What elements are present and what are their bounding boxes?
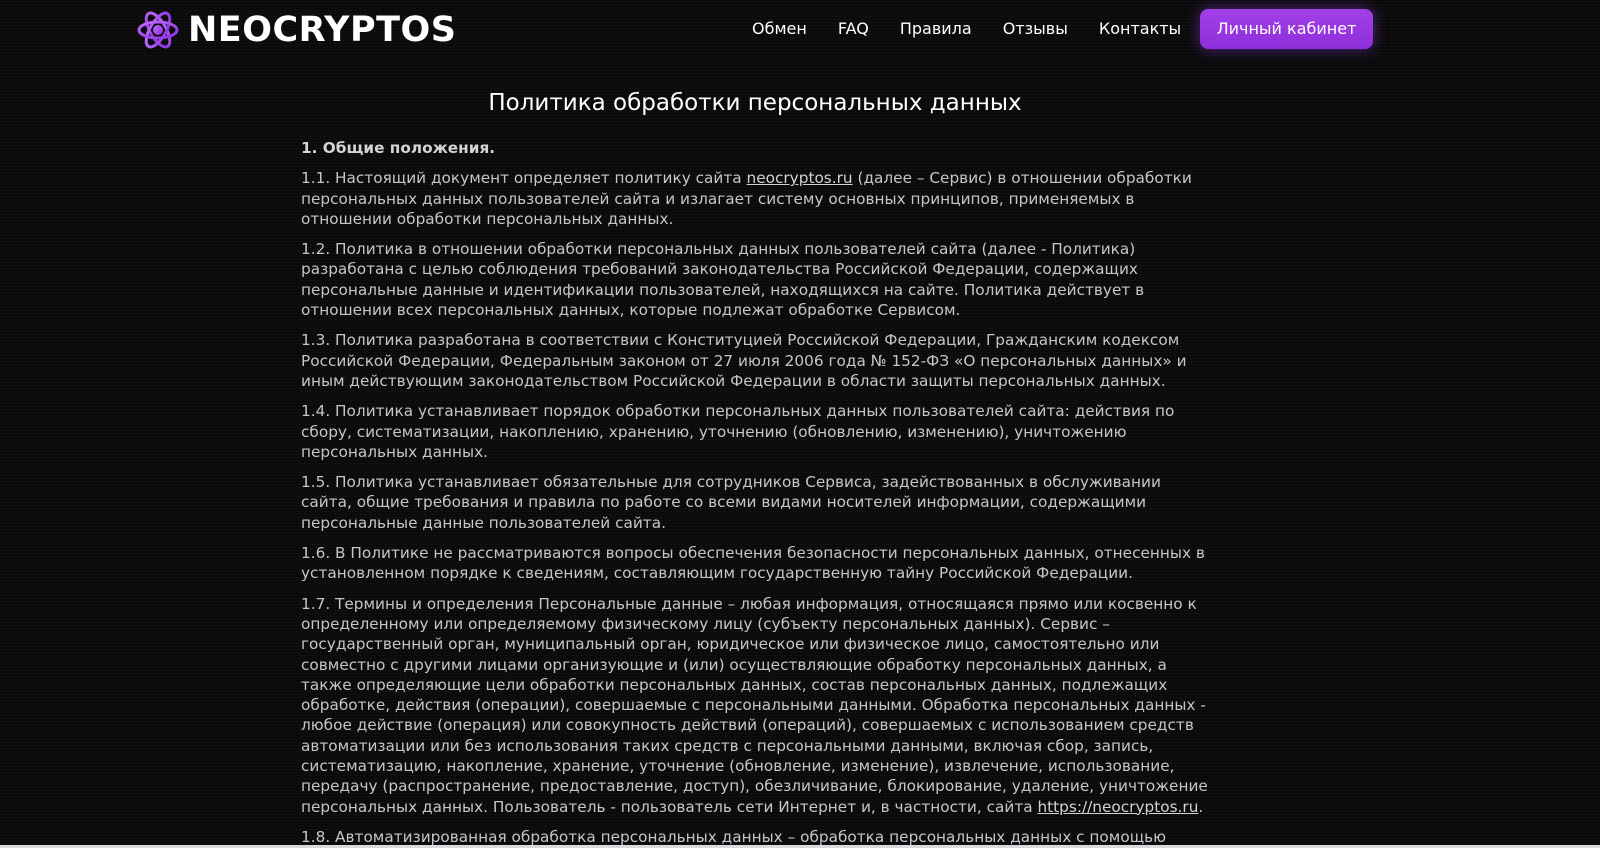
policy-paragraph-1-5: 1.5. Политика устанавливает обязательные… xyxy=(301,473,1161,532)
site-link[interactable]: neocryptos.ru xyxy=(747,169,853,187)
policy-paragraph-1-2: 1.2. Политика в отношении обработки перс… xyxy=(301,240,1145,320)
nav-item-faq[interactable]: FAQ xyxy=(838,18,869,40)
policy-paragraph-1-6: 1.6. В Политике не рассматриваются вопро… xyxy=(301,544,1205,583)
policy-paragraph-1-7: 1.7. Термины и определения Персональные … xyxy=(301,594,1211,817)
paragraph-text: . xyxy=(1198,797,1204,816)
paragraph-text: 1.7. Термины и определения Персональные … xyxy=(301,594,1208,816)
personal-account-button[interactable]: Личный кабинет xyxy=(1200,9,1373,49)
brand-name: NEOCRYPTOS xyxy=(188,10,457,50)
logo[interactable]: NEOCRYPTOS xyxy=(136,8,457,52)
policy-paragraph-1-3: 1.3. Политика разработана в соответствии… xyxy=(301,331,1187,390)
site-url-link[interactable]: https://neocryptos.ru xyxy=(1037,798,1198,816)
policy-paragraph-1-4: 1.4. Политика устанавливает порядок обра… xyxy=(301,402,1175,461)
main-nav: Обмен FAQ Правила Отзывы Контакты xyxy=(752,18,1181,40)
nav-item-rules[interactable]: Правила xyxy=(900,18,972,40)
nav-item-contacts[interactable]: Контакты xyxy=(1099,18,1181,40)
section-heading: 1. Общие положения. xyxy=(301,139,496,157)
nav-item-reviews[interactable]: Отзывы xyxy=(1003,18,1068,40)
page-title: Политика обработки персональных данных xyxy=(488,90,1022,116)
site-header: NEOCRYPTOS Обмен FAQ Правила Отзывы Конт… xyxy=(0,0,1600,60)
paragraph-text: 1.1. Настоящий документ определяет полит… xyxy=(301,169,747,188)
policy-content: 1. Общие положения. 1.1. Настоящий докум… xyxy=(301,138,1211,848)
atom-icon xyxy=(137,11,179,49)
policy-paragraph-1-1: 1.1. Настоящий документ определяет полит… xyxy=(301,168,1211,229)
nav-item-exchange[interactable]: Обмен xyxy=(752,18,807,40)
